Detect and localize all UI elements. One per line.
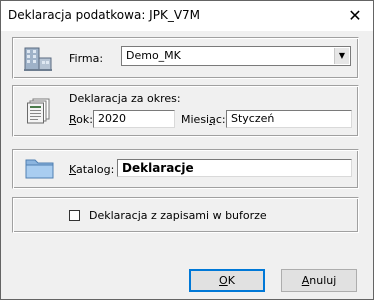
documents-icon: [27, 98, 50, 124]
title-bar: Deklaracja podatkowa: JPK_V7M ✕: [1, 1, 373, 31]
folder-icon: [25, 159, 54, 179]
firma-group: Firma: Demo_MK ▼: [12, 37, 359, 79]
katalog-input[interactable]: Deklaracje: [117, 159, 352, 177]
building-icon: [24, 47, 52, 71]
firma-value: Demo_MK: [126, 49, 181, 62]
okres-group: Deklaracja za okres: Rok: 2020 Miesiąc: …: [12, 85, 359, 137]
close-button[interactable]: ✕: [345, 6, 365, 26]
firma-label: Firma:: [69, 52, 104, 65]
ok-button[interactable]: OK: [189, 269, 265, 292]
cancel-button[interactable]: Anuluj: [281, 269, 357, 292]
katalog-label: Katalog:: [69, 163, 115, 176]
katalog-group: Katalog: Deklaracje: [12, 149, 359, 189]
okres-label: Deklaracja za okres:: [69, 92, 181, 105]
rok-input[interactable]: 2020: [93, 110, 175, 128]
bufor-label: Deklaracja z zapisami w buforze: [89, 209, 267, 222]
rok-label: Rok:: [69, 113, 93, 126]
firma-combobox[interactable]: Demo_MK ▼: [121, 46, 351, 66]
miesiac-input[interactable]: Styczeń: [226, 110, 352, 128]
window-title: Deklaracja podatkowa: JPK_V7M: [8, 8, 201, 22]
dialog-window: Deklaracja podatkowa: JPK_V7M ✕ Firma: D…: [0, 0, 374, 300]
chevron-down-icon[interactable]: ▼: [334, 48, 349, 64]
bufor-group: Deklaracja z zapisami w buforze: [12, 197, 359, 233]
miesiac-label: Miesiąc:: [181, 113, 226, 126]
bufor-checkbox[interactable]: [69, 210, 80, 221]
